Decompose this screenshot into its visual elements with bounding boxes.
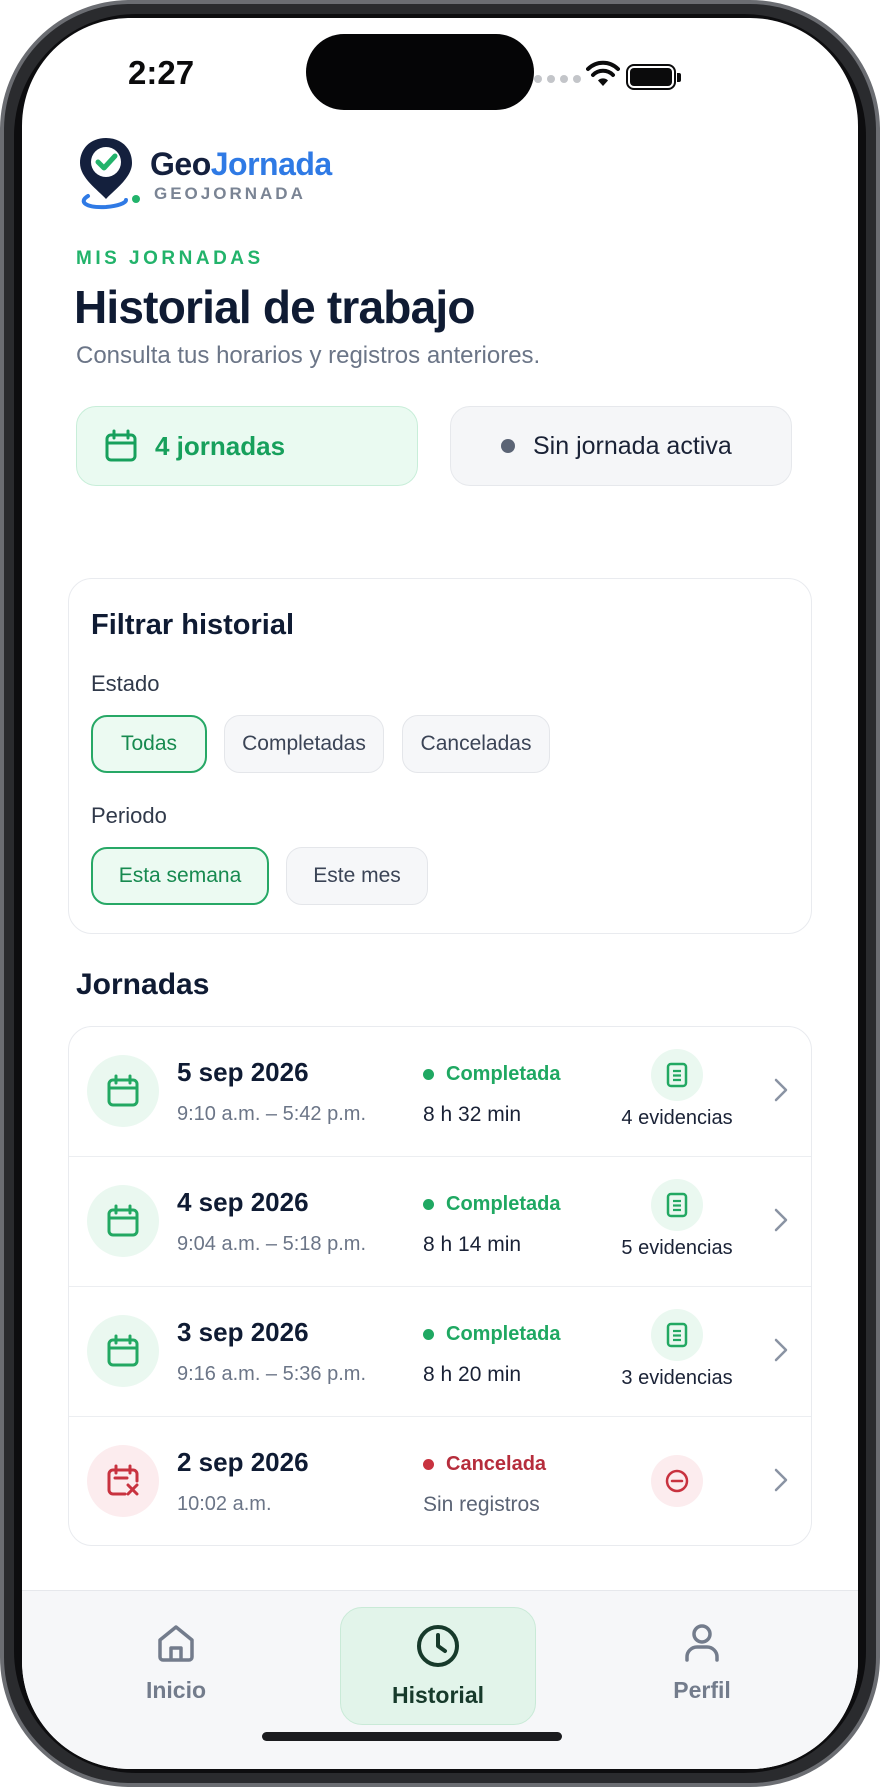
status-time: 2:27 [128,54,195,91]
app-screen: 2:27 GeoJornada GEOJORNADA MIS JORNADAS … [22,18,858,1769]
filter-chip-este-mes[interactable]: Este mes [286,847,428,905]
document-icon [651,1049,703,1101]
filter-chip-canceladas[interactable]: Canceladas [402,715,550,773]
document-icon [651,1179,703,1231]
filter-chip-completadas[interactable]: Completadas [224,715,384,773]
logo-subtitle: GEOJORNADA [154,184,306,203]
calendar-icon [87,1315,159,1387]
chevron-right-icon [774,1208,788,1232]
calendar-icon [87,1185,159,1257]
filter-chip-esta-semana[interactable]: Esta semana [91,847,269,905]
chevron-right-icon [774,1468,788,1492]
jornadas-count-badge: 4 jornadas [76,406,418,486]
dynamic-island [306,34,534,110]
section-eyebrow: MIS JORNADAS [76,248,264,269]
estado-label: Estado [91,671,160,696]
tab-inicio[interactable]: Inicio [78,1607,274,1725]
filter-title: Filtrar historial [91,609,295,641]
evidence-count: 3 evidencias [621,1367,733,1389]
chevron-right-icon [774,1338,788,1362]
signal-icon [534,75,581,83]
minus-circle-icon [651,1455,703,1507]
jornada-date: 2 sep 2026 [177,1447,309,1477]
list-item[interactable]: 3 sep 2026 9:16 a.m. – 5:36 p.m. Complet… [69,1287,811,1417]
page-title: Historial de trabajo [74,281,475,333]
jornada-duration: 8 h 20 min [423,1363,522,1386]
calendar-cancel-icon [87,1445,159,1517]
status-dot-icon [501,439,515,453]
battery-icon [626,64,681,90]
status-badge: Completada [423,1193,560,1216]
list-item[interactable]: 5 sep 2026 9:10 a.m. – 5:42 p.m. Complet… [69,1027,811,1157]
wifi-icon [586,60,620,86]
evidence-count: 4 evidencias [621,1107,733,1129]
jornada-duration: 8 h 32 min [423,1103,522,1126]
filter-chip-todas[interactable]: Todas [91,715,207,773]
jornada-time: 9:10 a.m. – 5:42 p.m. [177,1103,366,1125]
jornadas-count-label: 4 jornadas [155,430,286,461]
tab-inicio-label: Inicio [145,1677,207,1703]
calendar-icon [87,1055,159,1127]
tab-perfil[interactable]: Perfil [604,1607,800,1725]
status-badge: Cancelada [423,1453,546,1476]
list-item[interactable]: 2 sep 2026 10:02 a.m. Cancelada Sin regi… [69,1417,811,1545]
status-icons [534,58,794,98]
jornada-time: 9:16 a.m. – 5:36 p.m. [177,1363,366,1385]
jornadas-section-title: Jornadas [76,968,210,1001]
jornada-time: 9:04 a.m. – 5:18 p.m. [177,1233,366,1255]
chevron-right-icon [774,1078,788,1102]
filter-card: Filtrar historial Estado Todas Completad… [68,578,812,934]
bottom-tab-bar: Inicio Historial Perfil [22,1590,858,1769]
home-indicator[interactable] [262,1732,562,1741]
jornada-date: 4 sep 2026 [177,1187,309,1217]
status-badge: Completada [423,1063,560,1086]
clock-icon [417,1625,459,1667]
jornada-duration: 8 h 14 min [423,1233,522,1256]
status-badge: Completada [423,1323,560,1346]
list-item[interactable]: 4 sep 2026 9:04 a.m. – 5:18 p.m. Complet… [69,1157,811,1287]
calendar-icon [105,429,137,462]
jornada-time: 10:02 a.m. [177,1493,272,1515]
tab-perfil-label: Perfil [673,1677,731,1703]
periodo-label: Periodo [91,803,167,828]
logo-title: GeoJornada [150,146,332,182]
jornada-duration: Sin registros [423,1493,540,1516]
active-jornada-label: Sin jornada activa [533,431,732,460]
evidence-count: 5 evidencias [621,1237,733,1259]
jornada-date: 3 sep 2026 [177,1317,309,1347]
jornada-date: 5 sep 2026 [177,1057,309,1087]
jornadas-list: 5 sep 2026 9:10 a.m. – 5:42 p.m. Complet… [68,1026,812,1546]
tab-historial[interactable]: Historial [340,1607,536,1725]
tab-historial-label: Historial [391,1682,485,1708]
document-icon [651,1309,703,1361]
page-subtitle: Consulta tus horarios y registros anteri… [76,342,541,369]
location-check-icon [80,138,140,210]
home-icon [158,1625,194,1662]
user-icon [685,1624,719,1662]
active-jornada-status: Sin jornada activa [450,406,792,486]
